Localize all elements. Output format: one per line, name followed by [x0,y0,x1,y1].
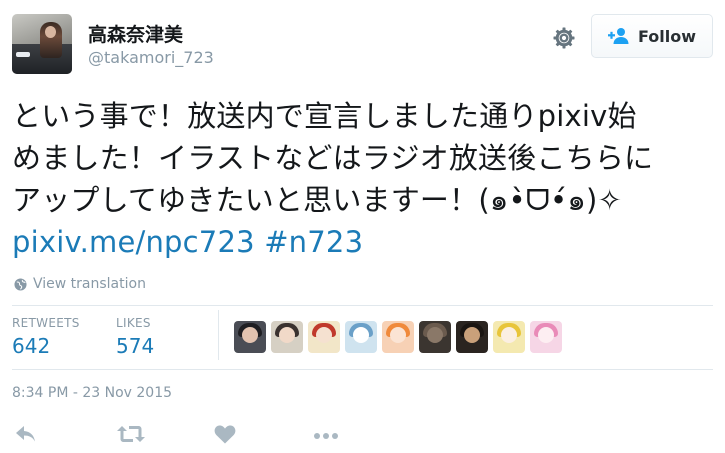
avatar[interactable] [12,14,72,74]
like-icon [214,425,236,444]
user-handle[interactable]: @takamori_723 [88,48,214,67]
like-button[interactable] [214,424,314,446]
tweet-text-line: という事で！放送内で宣言しました通りpixiv始 [12,99,637,133]
divider [12,369,713,370]
tweet-card: 高森奈津美 @takamori_723 Follow という事で！放送内で宣言し… [0,0,725,453]
tweet-actions [14,424,413,446]
more-icon [314,433,338,439]
liker-avatar-face [390,327,406,343]
more-button[interactable] [313,424,413,446]
gear-icon[interactable] [552,26,576,50]
reply-button[interactable] [14,424,114,446]
liker-avatar-face [501,327,517,343]
likes-stat[interactable]: LIKES 574 [116,316,154,358]
tweet-text: という事で！放送内で宣言しました通りpixiv始 めました！イラストなどはラジオ… [12,95,717,263]
liker-avatars [234,321,562,353]
tweet-timestamp[interactable]: 8:34 PM - 23 Nov 2015 [12,385,172,401]
liker-avatar-face [353,327,369,343]
retweet-icon [117,426,145,442]
follow-label: Follow [637,26,696,46]
liker-avatar-face [316,327,332,343]
liker-avatar-face [464,327,480,343]
liker-avatar[interactable] [345,321,377,353]
liker-avatar-face [242,327,258,343]
hashtag-link[interactable]: #n723 [264,225,363,259]
add-user-icon [607,28,629,44]
liker-avatar-face [538,327,554,343]
tweet-text-line: アップしてゆきたいと思いますー！(๑•̀ᗜ•́๑)✧ [12,183,622,217]
tweet-links-line: pixiv.me/npc723 #n723 [12,221,717,263]
retweets-stat[interactable]: RETWEETS 642 [12,316,80,358]
liker-avatar-face [427,327,443,343]
view-translation[interactable]: View translation [14,276,146,292]
liker-avatar[interactable] [493,321,525,353]
stats-separator [218,310,219,360]
follow-button[interactable]: Follow [591,14,713,58]
liker-avatar[interactable] [419,321,451,353]
avatar-car-light [16,52,30,57]
liker-avatar[interactable] [530,321,562,353]
tweet-text-line: めました！イラストなどはラジオ放送後こちらに [12,141,654,175]
liker-avatar[interactable] [308,321,340,353]
view-translation-label: View translation [33,276,146,292]
liker-avatar-face [279,327,295,343]
likes-label: LIKES [116,316,151,330]
liker-avatar[interactable] [234,321,266,353]
liker-avatar[interactable] [456,321,488,353]
display-name[interactable]: 高森奈津美 [88,20,183,47]
avatar-face [45,26,56,38]
pixiv-link[interactable]: pixiv.me/npc723 [12,225,255,259]
divider [12,305,713,306]
retweet-button[interactable] [116,424,216,446]
retweets-label: RETWEETS [12,316,80,330]
reply-icon [16,426,35,442]
retweets-count: 642 [12,334,51,358]
liker-avatar[interactable] [382,321,414,353]
liker-avatar[interactable] [271,321,303,353]
globe-icon [14,277,27,291]
likes-count: 574 [116,334,155,358]
